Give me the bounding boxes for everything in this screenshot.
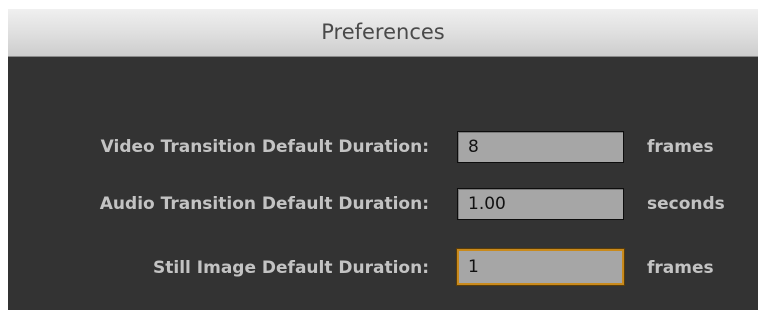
audio-transition-unit: seconds	[647, 194, 725, 214]
video-transition-unit: frames	[647, 137, 714, 157]
audio-transition-label: Audio Transition Default Duration:	[99, 194, 429, 214]
audio-transition-duration-input[interactable]	[457, 188, 624, 220]
video-transition-label: Video Transition Default Duration:	[100, 137, 429, 157]
still-image-label: Still Image Default Duration:	[153, 258, 429, 278]
dialog-title: Preferences	[321, 20, 445, 44]
still-image-unit: frames	[647, 258, 714, 278]
title-bar[interactable]: Preferences	[8, 9, 758, 57]
still-image-duration-input[interactable]	[457, 249, 624, 285]
preferences-dialog: Preferences Video Transition Default Dur…	[8, 9, 758, 310]
video-transition-duration-input[interactable]	[457, 131, 624, 163]
